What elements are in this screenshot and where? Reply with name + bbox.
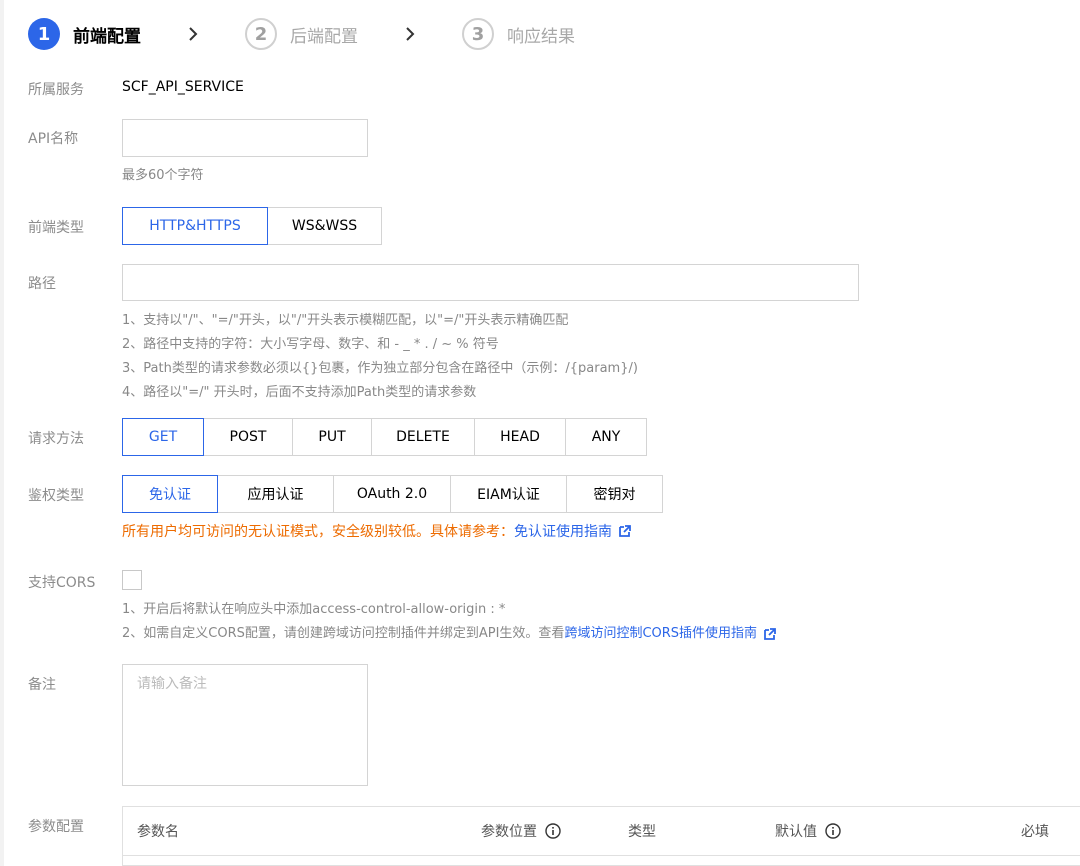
method-label: 请求方法 [28, 431, 84, 447]
col-param-name-text: 参数名 [137, 824, 179, 840]
cors-hints: 1、开启后将默认在响应头中添加access-control-allow-orig… [122, 598, 776, 646]
left-border [0, 0, 4, 866]
auth-guide-link[interactable]: 免认证使用指南 [514, 521, 612, 541]
remark-textarea[interactable]: 请输入备注 [122, 664, 368, 786]
step-indicator: 1 前端配置 2 后端配置 3 响应结果 [28, 18, 575, 50]
option-http-https[interactable]: HTTP&HTTPS [122, 207, 268, 245]
chevron-right-icon [402, 26, 418, 42]
method-any[interactable]: ANY [565, 418, 647, 456]
auth-label: 鉴权类型 [28, 488, 84, 504]
step-number-2: 2 [245, 18, 277, 50]
cors-label: 支持CORS [28, 575, 96, 591]
api-name-input[interactable] [122, 119, 368, 157]
method-head[interactable]: HEAD [474, 418, 566, 456]
method-group: GET POST PUT DELETE HEAD ANY [122, 418, 647, 456]
step-label-3: 响应结果 [507, 26, 575, 47]
path-hints: 1、支持以"/"、"=/"开头，以"/"开头表示模糊匹配，以"=/"开头表示精确… [122, 309, 638, 405]
remark-label: 备注 [28, 677, 56, 693]
path-hint-4: 4、路径以"=/" 开头时，后面不支持添加Path类型的请求参数 [122, 385, 477, 400]
step-label-1: 前端配置 [73, 26, 141, 47]
method-delete[interactable]: DELETE [371, 418, 475, 456]
step-label-2: 后端配置 [290, 26, 358, 47]
external-link-icon[interactable] [764, 628, 776, 640]
col-required-text: 必填 [1021, 824, 1049, 840]
cors-hint-1: 1、开启后将默认在响应头中添加access-control-allow-orig… [122, 602, 506, 617]
method-post[interactable]: POST [203, 418, 293, 456]
col-param-position-text: 参数位置 [481, 824, 537, 840]
cors-guide-link[interactable]: 跨域访问控制CORS插件使用指南 [564, 622, 757, 646]
params-table: 参数名 参数位置 类型 默认值 必填 [122, 806, 1080, 866]
method-put[interactable]: PUT [292, 418, 372, 456]
table-divider [123, 855, 1080, 856]
external-link-icon[interactable] [619, 525, 631, 537]
path-hint-2: 2、路径中支持的字符：大小写字母、数字、和 - _ * . / ~ % 符号 [122, 337, 499, 352]
frontend-type-group: HTTP&HTTPS WS&WSS [122, 207, 382, 245]
path-hint-1: 1、支持以"/"、"=/"开头，以"/"开头表示模糊匹配，以"=/"开头表示精确… [122, 313, 569, 328]
auth-app[interactable]: 应用认证 [217, 475, 334, 513]
api-name-label: API名称 [28, 131, 79, 147]
auth-none[interactable]: 免认证 [122, 475, 218, 513]
col-default: 默认值 [775, 821, 841, 841]
path-input[interactable] [122, 264, 859, 301]
col-type-text: 类型 [628, 824, 656, 840]
chevron-right-icon [185, 26, 201, 42]
params-label: 参数配置 [28, 819, 84, 835]
auth-oauth[interactable]: OAuth 2.0 [333, 475, 451, 513]
service-value: SCF_API_SERVICE [122, 79, 244, 95]
col-type: 类型 [628, 821, 656, 841]
frontend-type-label: 前端类型 [28, 220, 84, 236]
info-icon[interactable] [825, 823, 841, 839]
info-icon[interactable] [545, 823, 561, 839]
step-frontend-config[interactable]: 1 前端配置 [28, 18, 141, 50]
auth-notice-text: 所有用户均可访问的无认证模式，安全级别较低。具体请参考： [122, 524, 514, 540]
col-required: 必填 [1021, 821, 1049, 841]
col-default-text: 默认值 [775, 824, 817, 840]
auth-keypair[interactable]: 密钥对 [566, 475, 663, 513]
step-backend-config[interactable]: 2 后端配置 [245, 18, 358, 50]
col-param-name: 参数名 [137, 821, 179, 841]
path-hint-3: 3、Path类型的请求参数必须以{}包裹，作为独立部分包含在路径中（示例：/{p… [122, 361, 638, 376]
cors-hint-2-row: 2、如需自定义CORS配置，请创建跨域访问控制插件并绑定到API生效。查看 跨域… [122, 622, 776, 646]
option-ws-wss[interactable]: WS&WSS [267, 207, 382, 245]
step-response-result[interactable]: 3 响应结果 [462, 18, 575, 50]
service-label: 所属服务 [28, 82, 84, 98]
step-number-1: 1 [28, 18, 60, 50]
cors-checkbox[interactable] [122, 570, 142, 590]
method-get[interactable]: GET [122, 418, 204, 456]
api-name-hint: 最多60个字符 [122, 168, 204, 183]
auth-group: 免认证 应用认证 OAuth 2.0 EIAM认证 密钥对 [122, 475, 663, 513]
auth-notice: 所有用户均可访问的无认证模式，安全级别较低。具体请参考： 免认证使用指南 [122, 521, 631, 541]
path-label: 路径 [28, 276, 56, 292]
cors-hint-2: 2、如需自定义CORS配置，请创建跨域访问控制插件并绑定到API生效。查看 [122, 626, 565, 641]
auth-eiam[interactable]: EIAM认证 [450, 475, 567, 513]
step-number-3: 3 [462, 18, 494, 50]
col-param-position: 参数位置 [481, 821, 561, 841]
